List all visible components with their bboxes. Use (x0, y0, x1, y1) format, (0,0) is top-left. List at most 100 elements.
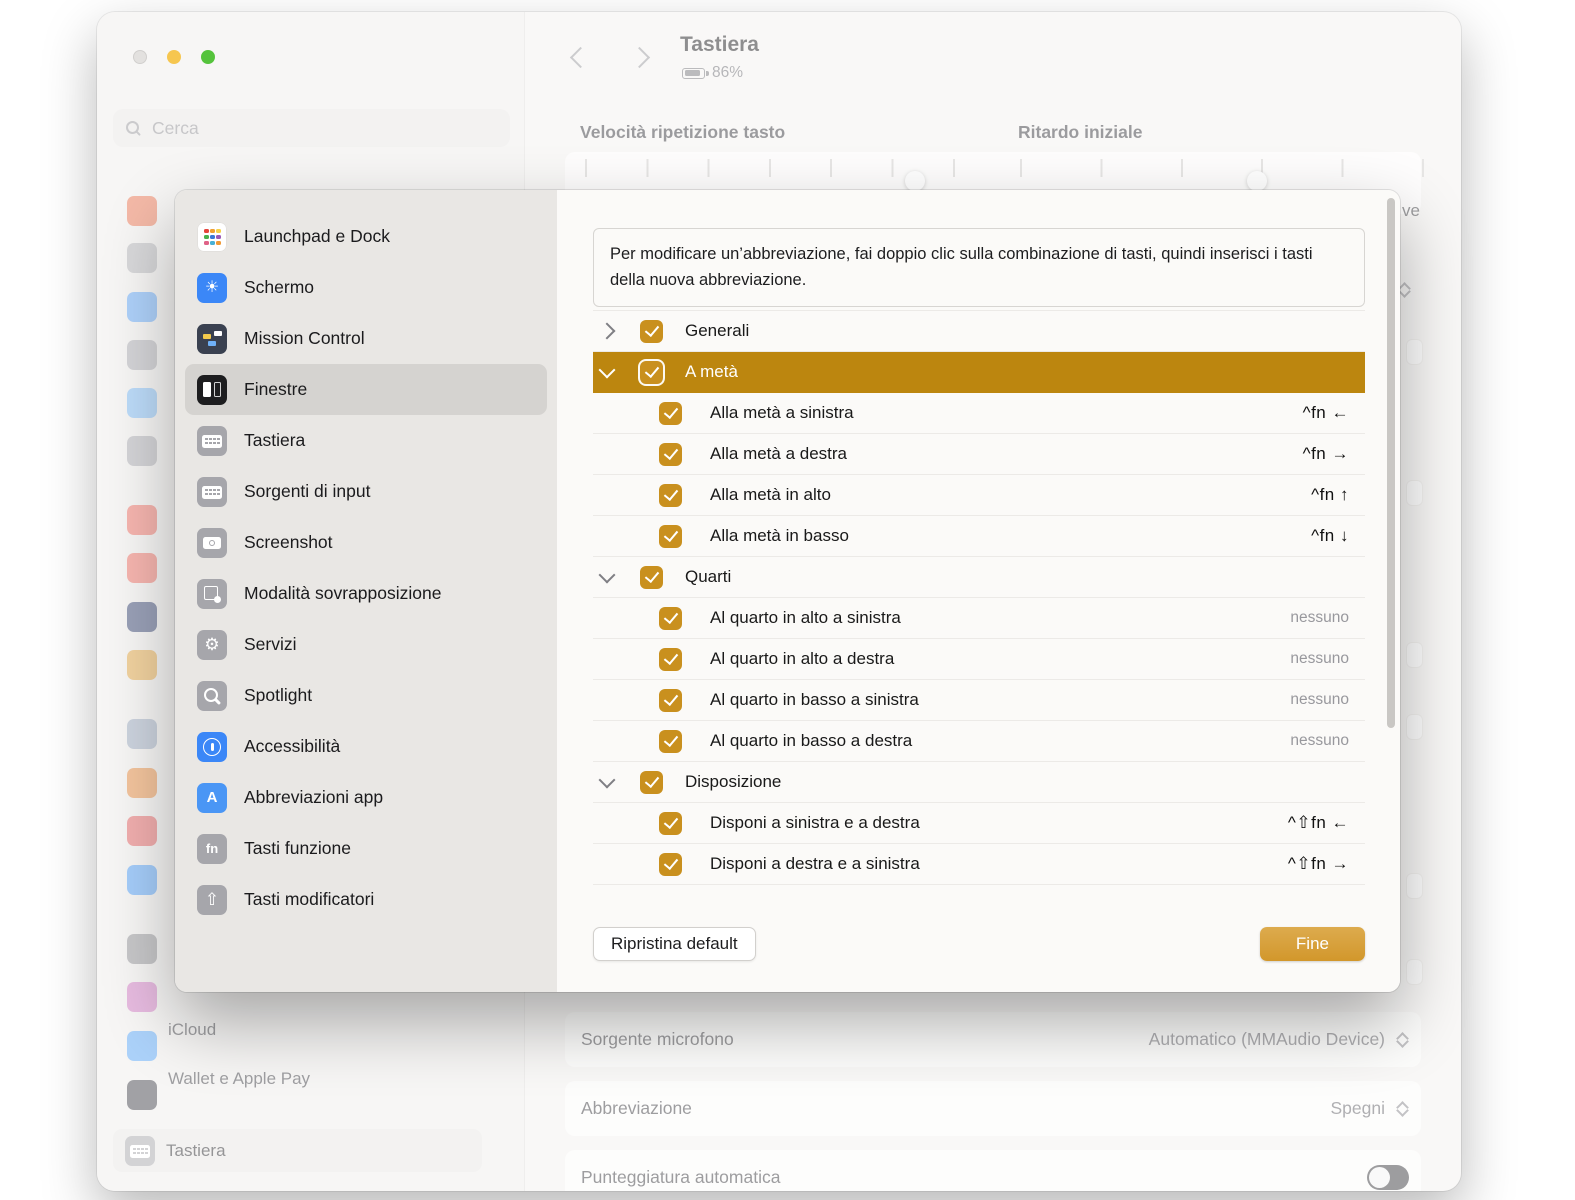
modal-sidebar-item-mission-control[interactable]: Mission Control (185, 313, 547, 364)
checkbox[interactable] (659, 402, 682, 425)
search-input[interactable] (150, 117, 498, 140)
sidebar-item-icloud[interactable]: iCloud (168, 1020, 216, 1040)
modal-sidebar-item-finestre[interactable]: Finestre (185, 364, 547, 415)
app-icon[interactable] (127, 196, 157, 226)
sidebar-item-wallet[interactable]: Wallet e Apple Pay (168, 1069, 310, 1089)
group-row-a-meta[interactable]: A metà (593, 352, 1365, 393)
shortcut-row-alla-meta-a-sinistra[interactable]: Alla metà a sinistra^fn ← (593, 393, 1365, 434)
checkbox[interactable] (659, 648, 682, 671)
shortcut-row-al-quarto-in-alto-a-sinistra[interactable]: Al quarto in alto a sinistranessuno (593, 598, 1365, 639)
group-row-disposizione[interactable]: Disposizione (593, 762, 1365, 803)
shortcut-row-disponi-a-sinistra-e-a-destra[interactable]: Disponi a sinistra e a destra^⇧fn ← (593, 803, 1365, 844)
checkbox[interactable] (659, 484, 682, 507)
app-icon[interactable] (127, 602, 157, 632)
forward-icon[interactable] (629, 47, 650, 68)
row-label: Alla metà a destra (710, 444, 1303, 464)
toggle-switch[interactable] (1367, 1165, 1409, 1190)
shortcut-row-al-quarto-in-alto-a-destra[interactable]: Al quarto in alto a destranessuno (593, 639, 1365, 680)
checkbox[interactable] (640, 566, 663, 589)
modal-sidebar-item-tasti-funzione[interactable]: fnTasti funzione (185, 823, 547, 874)
checkbox[interactable] (640, 320, 663, 343)
chevron-right-icon[interactable] (599, 323, 616, 340)
shortcut-value[interactable]: ^fn → (1303, 444, 1349, 464)
close-button[interactable] (133, 50, 147, 64)
shortcut-row-alla-meta-in-basso[interactable]: Alla metà in basso^fn ↓ (593, 516, 1365, 557)
checkbox[interactable] (659, 607, 682, 630)
checkbox[interactable] (640, 361, 663, 384)
modal-sidebar-item-launchpad-e-dock[interactable]: Launchpad e Dock (185, 211, 547, 262)
shortcut-value[interactable]: nessuno (1290, 691, 1349, 709)
app-icon[interactable] (127, 816, 157, 846)
mission-control-icon (197, 324, 227, 354)
chevron-down-icon[interactable] (599, 567, 616, 584)
accessibility-icon (197, 732, 227, 762)
group-row-quarti[interactable]: Quarti (593, 557, 1365, 598)
app-icon[interactable] (127, 340, 157, 370)
slider-handle[interactable] (905, 171, 925, 191)
app-icon[interactable] (127, 1031, 157, 1061)
app-icon[interactable] (127, 650, 157, 680)
sidebar-item-tastiera[interactable]: Tastiera (113, 1129, 482, 1172)
checkbox[interactable] (659, 812, 682, 835)
group-row-generali[interactable]: Generali (593, 311, 1365, 352)
zoom-button[interactable] (201, 50, 215, 64)
auto-punctuation-row: Punteggiatura automatica (565, 1150, 1421, 1191)
checkbox[interactable] (659, 730, 682, 753)
back-icon[interactable] (570, 47, 591, 68)
minimize-button[interactable] (167, 50, 181, 64)
done-button[interactable]: Fine (1260, 927, 1365, 961)
shortcut-row-al-quarto-in-basso-a-sinistra[interactable]: Al quarto in basso a sinistranessuno (593, 680, 1365, 721)
clipped-control (1406, 642, 1423, 668)
shortcut-row-alla-meta-in-alto[interactable]: Alla metà in alto^fn ↑ (593, 475, 1365, 516)
chevron-down-icon[interactable] (599, 362, 616, 379)
shortcut-value[interactable]: ^⇧fn → (1288, 854, 1349, 874)
scrollbar[interactable] (1387, 198, 1395, 728)
modal-sidebar-item-tastiera[interactable]: Tastiera (185, 415, 547, 466)
restore-defaults-button[interactable]: Ripristina default (593, 927, 756, 961)
shortcut-value[interactable]: ^fn ← (1303, 403, 1349, 423)
checkbox[interactable] (659, 689, 682, 712)
modal-sidebar-item-screenshot[interactable]: Screenshot (185, 517, 547, 568)
app-icon[interactable] (127, 1080, 157, 1110)
shortcut-value[interactable]: ^⇧fn ← (1288, 813, 1349, 833)
stepper-control[interactable] (1395, 1098, 1409, 1120)
app-icon[interactable] (127, 505, 157, 535)
modal-sidebar-item-abbreviazioni-app[interactable]: AAbbreviazioni app (185, 772, 547, 823)
stepper-control[interactable] (1395, 1029, 1409, 1051)
modal-sidebar-item-modalita-sovrapposizione[interactable]: Modalità sovrapposizione (185, 568, 547, 619)
clipped-control (1406, 873, 1423, 899)
app-icon[interactable] (127, 768, 157, 798)
row-label: Al quarto in basso a destra (710, 731, 1290, 751)
search-field[interactable] (113, 109, 510, 147)
modal-sidebar-item-sorgenti-di-input[interactable]: Sorgenti di input (185, 466, 547, 517)
chevron-down-icon[interactable] (599, 772, 616, 789)
row-label: Disponi a destra e a sinistra (710, 854, 1288, 874)
shortcut-row-al-quarto-in-basso-a-destra[interactable]: Al quarto in basso a destranessuno (593, 721, 1365, 762)
shortcut-row-disponi-a-destra-e-a-sinistra[interactable]: Disponi a destra e a sinistra^⇧fn → (593, 844, 1365, 885)
app-icon[interactable] (127, 719, 157, 749)
modal-sidebar-item-accessibilita[interactable]: Accessibilità (185, 721, 547, 772)
shortcut-value[interactable]: nessuno (1290, 732, 1349, 750)
shortcut-value[interactable]: nessuno (1290, 609, 1349, 627)
checkbox[interactable] (640, 771, 663, 794)
app-icon[interactable] (127, 436, 157, 466)
app-icon[interactable] (127, 553, 157, 583)
app-icon[interactable] (127, 243, 157, 273)
checkbox[interactable] (659, 853, 682, 876)
slider-handle[interactable] (1247, 171, 1267, 191)
modal-sidebar-item-servizi[interactable]: ⚙Servizi (185, 619, 547, 670)
checkbox[interactable] (659, 443, 682, 466)
modal-sidebar-item-schermo[interactable]: ☀Schermo (185, 262, 547, 313)
shortcut-value[interactable]: ^fn ↓ (1311, 526, 1349, 546)
shortcut-value[interactable]: ^fn ↑ (1311, 485, 1349, 505)
shortcut-value[interactable]: nessuno (1290, 650, 1349, 668)
app-icon[interactable] (127, 865, 157, 895)
app-icon[interactable] (127, 292, 157, 322)
app-icon[interactable] (127, 388, 157, 418)
app-icon[interactable] (127, 934, 157, 964)
checkbox[interactable] (659, 525, 682, 548)
modal-sidebar-item-spotlight[interactable]: Spotlight (185, 670, 547, 721)
app-icon[interactable] (127, 982, 157, 1012)
modal-sidebar-item-tasti-modificatori[interactable]: ⇧Tasti modificatori (185, 874, 547, 925)
shortcut-row-alla-meta-a-destra[interactable]: Alla metà a destra^fn → (593, 434, 1365, 475)
